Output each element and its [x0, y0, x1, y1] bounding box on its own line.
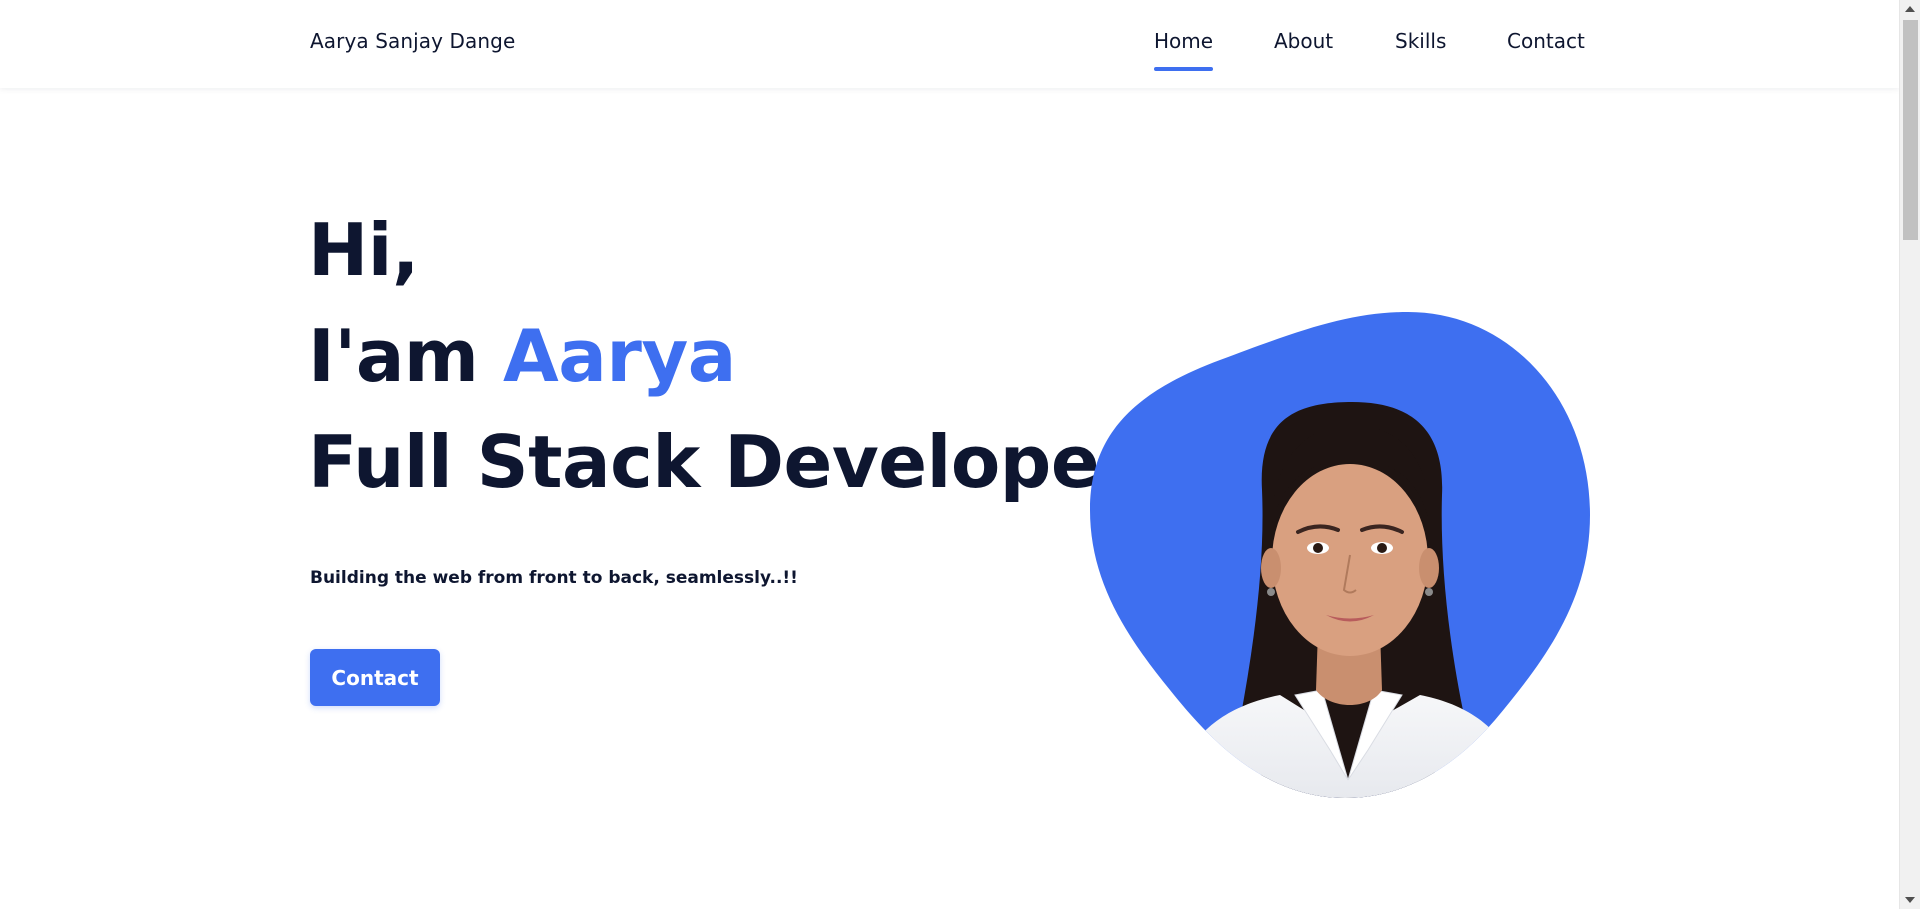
- hero-intro-prefix: I'am: [308, 314, 504, 398]
- nav-item-skills[interactable]: Skills: [1395, 29, 1446, 53]
- triangle-down-icon[interactable]: [1905, 897, 1915, 903]
- site-header: Aarya Sanjay Dange Home About Skills Con…: [0, 0, 1899, 88]
- scrollbar-thumb[interactable]: [1903, 20, 1918, 240]
- hero-greeting: Hi,: [308, 208, 419, 292]
- hero-role: Full Stack Developer: [308, 420, 1135, 504]
- page-scrollbar[interactable]: [1899, 0, 1920, 909]
- nav-item-about[interactable]: About: [1274, 29, 1333, 53]
- nav-item-home[interactable]: Home: [1154, 29, 1214, 71]
- hero-tagline: Building the web from front to back, sea…: [310, 568, 798, 588]
- profile-portrait: [1090, 310, 1590, 798]
- portrait-illustration: [1090, 312, 1590, 798]
- contact-button[interactable]: Contact: [310, 649, 440, 706]
- site-logo[interactable]: Aarya Sanjay Dange: [310, 29, 515, 53]
- nav-item-contact[interactable]: Contact: [1507, 29, 1585, 53]
- hero-intro: I'am Aarya: [308, 320, 736, 392]
- triangle-up-icon[interactable]: [1905, 6, 1915, 12]
- hero-name: Aarya: [503, 314, 736, 398]
